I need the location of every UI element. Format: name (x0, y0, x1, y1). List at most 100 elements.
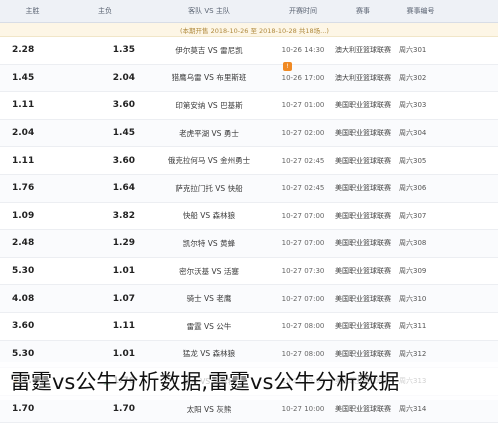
cell-teams-text: 猎鹰乌雷 VS 布里斯班 (171, 73, 247, 83)
cell-start-time-text: 10-27 02:45 (281, 156, 325, 165)
cell-league: 美国职业篮球联赛 (333, 92, 393, 119)
cell-start-time-text: 10-26 14:30 (281, 46, 325, 55)
cell-home-lose-odds-text: 1.45 (112, 128, 135, 139)
cell-home-win-odds[interactable]: 2.28 (0, 37, 65, 64)
cell-start-time: 10-27 02:00 (273, 120, 333, 147)
cell-start-time-text: 10-27 07:00 (281, 239, 325, 248)
cell-start-time-text: 10-27 10:00 (281, 405, 325, 414)
cell-home-lose-odds[interactable]: 1.01 (65, 258, 145, 285)
group-note: (本期开售 2018-10-26 至 2018-10-28 共18场...) (0, 23, 498, 37)
cell-league-text: 美国职业篮球联赛 (335, 156, 391, 165)
cell-home-win-odds-text: 2.04 (12, 128, 35, 139)
cell-home-lose-odds-text: 3.60 (112, 100, 135, 111)
cell-start-time: 10-27 07:30 (273, 258, 333, 285)
table-row[interactable]: 2.04 1.45 老虎平湖 VS 勇士 10-27 02:00 美国职业篮球联赛 周六3… (0, 119, 498, 148)
cell-home-win-odds-text: 3.60 (12, 321, 35, 332)
cell-teams: 印第安纳 VS 巴基斯 (145, 92, 273, 119)
cell-home-win-odds-text: 2.28 (12, 45, 35, 56)
cell-home-win-odds-text: 2.48 (12, 238, 35, 249)
header-home-win[interactable]: 主胜 (0, 0, 65, 22)
cell-match-id-text: 周六310 (399, 294, 427, 303)
cell-home-lose-odds[interactable]: 1.29 (65, 230, 145, 257)
cell-home-lose-odds[interactable]: 2.04 (65, 65, 145, 92)
cell-league: 美国职业篮球联赛 (333, 203, 393, 230)
cell-match-id-text: 周六303 (399, 101, 427, 110)
cell-match-id-text: 周六304 (399, 129, 427, 138)
cell-league: 美国职业篮球联赛 (333, 285, 393, 312)
header-match-id[interactable]: 赛事编号 (393, 0, 448, 22)
cell-home-lose-odds[interactable]: 3.82 (65, 203, 145, 230)
cell-start-time-text: 10-27 07:00 (281, 294, 325, 303)
cell-teams-text: 骑士 VS 老鹰 (186, 294, 232, 304)
cell-league-text: 美国职业篮球联赛 (335, 322, 391, 331)
table-row[interactable]: 3.60 1.11 雷霆 VS 公牛 10-27 08:00 美国职业篮球联赛 周六311 (0, 312, 498, 341)
cell-teams-text: 印第安纳 VS 巴基斯 (175, 100, 243, 110)
cell-home-lose-odds[interactable]: 1.64 (65, 175, 145, 202)
cell-league-text: 美国职业篮球联赛 (335, 184, 391, 193)
cell-teams: 骑士 VS 老鹰 (145, 285, 273, 312)
cell-home-lose-odds-text: 1.11 (112, 321, 135, 332)
cell-match-id-text: 周六301 (399, 46, 427, 55)
cell-start-time: 10-26 17:00 (273, 65, 333, 92)
cell-match-id-text: 周六314 (399, 405, 427, 414)
cell-home-win-odds[interactable]: 1.45 (0, 65, 65, 92)
table-row[interactable]: 1.45 2.04 猎鹰乌雷 VS 布里斯班 10-26 17:00 澳大利亚篮球联赛周… (0, 64, 498, 93)
table-row[interactable]: 2.28 1.35 伊尔莫吉 VS 雷尼凯 10-26 14:30 澳大利亚篮球联赛 周六… (0, 37, 498, 65)
cell-league: 美国职业篮球联赛 (333, 175, 393, 202)
header-start-time[interactable]: 开赛时间 (273, 0, 333, 22)
table-row[interactable]: 1.76 1.64 萨克拉门托 VS 快船 10-27 02:45 美国职业篮球联赛 周六… (0, 174, 498, 203)
cell-match-id: 周六302 (393, 65, 448, 92)
cell-home-win-odds[interactable]: 2.04 (0, 120, 65, 147)
cell-match-id: 周六310 (393, 285, 448, 312)
cell-home-lose-odds[interactable]: 3.60 (65, 92, 145, 119)
cell-league-text: 澳大利亚篮球联赛 (335, 73, 391, 82)
table-row[interactable]: 2.48 1.29 凯尔特 VS 黄蜂 10-27 07:00 美国职业篮球联赛 周六30… (0, 230, 498, 258)
cell-match-id-text: 周六312 (399, 349, 427, 358)
cell-home-win-odds[interactable]: 1.76 (0, 175, 65, 202)
table-row[interactable]: 1.09 3.82 快船 VS 森林狼 10-27 07:00 美国职业篮球联赛 周六30… (0, 202, 498, 231)
header-home-lose[interactable]: 主负 (65, 0, 145, 22)
cell-home-win-odds-text: 1.09 (12, 210, 35, 221)
header-league[interactable]: 赛事 (333, 0, 393, 22)
cell-start-time-text: 10-27 01:00 (281, 101, 325, 110)
cell-match-id-text: 周六305 (399, 156, 427, 165)
table-row[interactable]: 1.11 3.60 俄克拉何马 VS 金州勇士 10-27 02:45 美国职业篮球联赛… (0, 147, 498, 175)
cell-home-lose-odds-text: 1.01 (112, 348, 135, 359)
cell-league-text: 美国职业篮球联赛 (335, 211, 391, 220)
cell-league: 美国职业篮球联赛 (333, 258, 393, 285)
header-teams[interactable]: 客队 VS 主队 (145, 0, 273, 22)
cell-home-win-odds[interactable]: 3.60 (0, 313, 65, 340)
cell-home-win-odds[interactable]: 2.48 (0, 230, 65, 257)
table-row[interactable]: 4.08 1.07 骑士 VS 老鹰 10-27 07:00 美国职业篮球联赛 周六310 (0, 285, 498, 313)
cell-home-win-odds-text: 1.45 (12, 72, 35, 83)
cell-home-lose-odds[interactable]: 1.35 (65, 37, 145, 64)
cell-home-win-odds-text: 1.11 (12, 100, 35, 111)
cell-league: 美国职业篮球联赛 (333, 230, 393, 257)
table-row[interactable]: 1.11 3.60 印第安纳 VS 巴基斯 10-27 01:00 美国职业篮球联赛 周六… (0, 92, 498, 120)
cell-home-win-odds[interactable]: 1.11 (0, 147, 65, 174)
cell-start-time: 10-26 14:30 (273, 37, 333, 64)
cell-league: 美国职业篮球联赛 (333, 147, 393, 174)
cell-home-win-odds[interactable]: 1.11 (0, 92, 65, 119)
cell-start-time: 10-27 02:45 (273, 175, 333, 202)
cell-home-lose-odds[interactable]: 1.11 (65, 313, 145, 340)
cell-teams: 老虎平湖 VS 勇士 (145, 120, 273, 147)
cell-home-win-odds[interactable]: 1.09 (0, 203, 65, 230)
cell-start-time: 10-27 07:00 (273, 285, 333, 312)
cell-home-lose-odds[interactable]: 1.07 (65, 285, 145, 312)
cell-home-win-odds-text: 4.08 (12, 293, 35, 304)
cell-home-win-odds-text: 1.11 (12, 155, 35, 166)
cell-teams: 萨克拉门托 VS 快船 (145, 175, 273, 202)
cell-home-lose-odds[interactable]: 3.60 (65, 147, 145, 174)
cell-home-win-odds[interactable]: 4.08 (0, 285, 65, 312)
cell-match-id-text: 周六302 (399, 73, 427, 82)
cell-teams-text: 猛龙 VS 森林狼 (182, 349, 236, 359)
table-row[interactable]: 5.30 1.01 密尔沃基 VS 活塞 10-27 07:30 美国职业篮球联赛 周六3… (0, 257, 498, 286)
cell-match-id: 周六304 (393, 120, 448, 147)
cell-start-time-text: 10-27 08:00 (281, 349, 325, 358)
caption-overlay: 雷霆vs公牛分析数据,雷霆vs公牛分析数据 (0, 362, 498, 400)
cell-home-lose-odds-text: 3.60 (112, 155, 135, 166)
cell-home-win-odds[interactable]: 5.30 (0, 258, 65, 285)
cell-home-lose-odds[interactable]: 1.45 (65, 120, 145, 147)
cell-league-text: 美国职业篮球联赛 (335, 267, 391, 276)
